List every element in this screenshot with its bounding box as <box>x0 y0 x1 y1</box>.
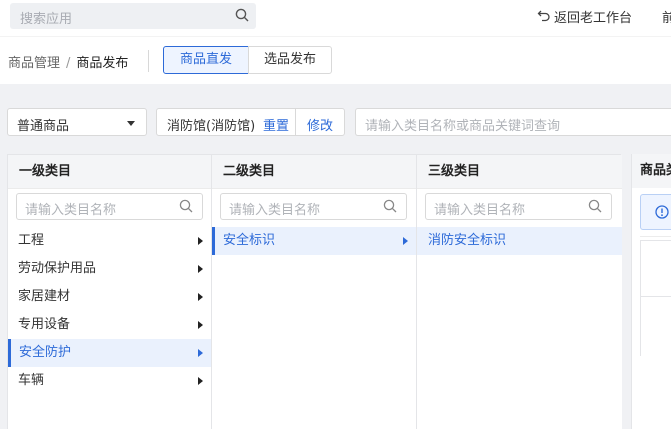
keyword-search-placeholder: 请输入类目名称或商品关键词查询 <box>365 119 561 134</box>
category-search-placeholder: 请输入类目名称 <box>25 203 117 218</box>
chevron-right-icon <box>198 321 203 329</box>
search-icon <box>588 199 602 217</box>
category-search-placeholder: 请输入类目名称 <box>229 203 321 218</box>
top-bar: 搜索应用 返回老工作台 前 <box>0 0 671 36</box>
category-panels: 一级类目 请输入类目名称 工程 劳动保护用品 家居建材 专用设备 安全防护 车辆… <box>7 154 622 429</box>
back-link-label: 返回老工作台 <box>554 11 633 26</box>
sub-bar: 商品管理 / 商品发布 商品直发 选品发布 <box>0 36 671 84</box>
chevron-right-icon <box>198 293 203 301</box>
category-column-level1: 一级类目 请输入类目名称 工程 劳动保护用品 家居建材 专用设备 安全防护 车辆 <box>8 155 212 429</box>
category-list: 消防安全标识 <box>417 227 622 255</box>
app-search-placeholder: 搜索应用 <box>20 12 73 27</box>
breadcrumb-parent[interactable]: 商品管理 <box>8 56 60 71</box>
category-search-placeholder: 请输入类目名称 <box>434 203 526 218</box>
category-search-input[interactable]: 请输入类目名称 <box>425 193 612 220</box>
category-search-input[interactable]: 请输入类目名称 <box>220 193 407 220</box>
info-notice <box>640 194 671 230</box>
tab-selection-publish[interactable]: 选品发布 <box>248 46 332 74</box>
list-item[interactable]: 安全防护 <box>8 339 211 367</box>
breadcrumb-current: 商品发布 <box>76 56 129 71</box>
breadcrumb: 商品管理 / 商品发布 <box>8 52 128 71</box>
tab-direct-publish[interactable]: 商品直发 <box>163 46 249 74</box>
search-icon <box>179 199 193 217</box>
item-label: 工程 <box>18 233 45 248</box>
category-list: 工程 劳动保护用品 家居建材 专用设备 安全防护 车辆 <box>8 227 211 395</box>
item-label: 安全标识 <box>223 233 276 248</box>
chevron-right-icon <box>198 377 203 385</box>
list-item[interactable]: 家居建材 <box>8 283 211 311</box>
chevron-right-icon <box>198 349 203 357</box>
search-icon[interactable] <box>235 8 249 26</box>
topbar-cut-text[interactable]: 前 <box>662 7 671 26</box>
panel-section <box>640 296 671 356</box>
category-column-level2: 二级类目 请输入类目名称 安全标识 <box>212 155 417 429</box>
caret-down-icon <box>127 121 135 126</box>
undo-icon <box>537 8 551 26</box>
item-label: 安全防护 <box>19 345 72 360</box>
product-info-panel: 商品类 <box>631 154 671 429</box>
breadcrumb-separator: / <box>66 56 71 71</box>
product-type-select[interactable]: 普通商品 <box>7 108 147 136</box>
panel-title: 商品类 <box>632 154 671 188</box>
reset-link[interactable]: 重置 <box>263 115 289 134</box>
divider <box>640 236 671 237</box>
divider <box>148 50 149 72</box>
category-list: 安全标识 <box>212 227 416 255</box>
filter-row: 普通商品 消防馆(消防馆) 重置 修改 请输入类目名称或商品关键词查询 <box>0 104 671 140</box>
item-label: 车辆 <box>18 373 45 388</box>
product-type-value: 普通商品 <box>17 119 70 134</box>
item-label: 家居建材 <box>18 289 71 304</box>
item-label: 专用设备 <box>18 317 71 332</box>
app-search-input[interactable]: 搜索应用 <box>10 3 256 29</box>
category-column-level3: 三级类目 请输入类目名称 消防安全标识 <box>417 155 622 429</box>
list-item[interactable]: 工程 <box>8 227 211 255</box>
category-search-input[interactable]: 请输入类目名称 <box>16 193 203 220</box>
item-label: 劳动保护用品 <box>18 261 97 276</box>
column-title: 一级类目 <box>8 155 211 189</box>
keyword-search-input[interactable]: 请输入类目名称或商品关键词查询 <box>355 108 671 136</box>
chevron-right-icon <box>198 265 203 273</box>
item-label: 消防安全标识 <box>428 233 507 248</box>
list-item[interactable]: 消防安全标识 <box>417 227 622 255</box>
back-to-old-workbench-link[interactable]: 返回老工作台 <box>537 7 632 26</box>
list-item[interactable]: 车辆 <box>8 367 211 395</box>
column-title: 二级类目 <box>212 155 416 189</box>
search-icon <box>383 199 397 217</box>
chevron-right-icon <box>198 237 203 245</box>
edit-link[interactable]: 修改 <box>307 115 333 134</box>
divider <box>295 109 296 135</box>
info-icon <box>655 205 669 223</box>
chevron-right-icon <box>403 237 408 245</box>
shop-selector: 消防馆(消防馆) 重置 修改 <box>156 108 345 136</box>
panel-section <box>640 240 671 296</box>
list-item[interactable]: 安全标识 <box>212 227 416 255</box>
list-item[interactable]: 劳动保护用品 <box>8 255 211 283</box>
shop-name: 消防馆(消防馆) <box>167 119 256 134</box>
list-item[interactable]: 专用设备 <box>8 311 211 339</box>
column-title: 三级类目 <box>417 155 622 189</box>
